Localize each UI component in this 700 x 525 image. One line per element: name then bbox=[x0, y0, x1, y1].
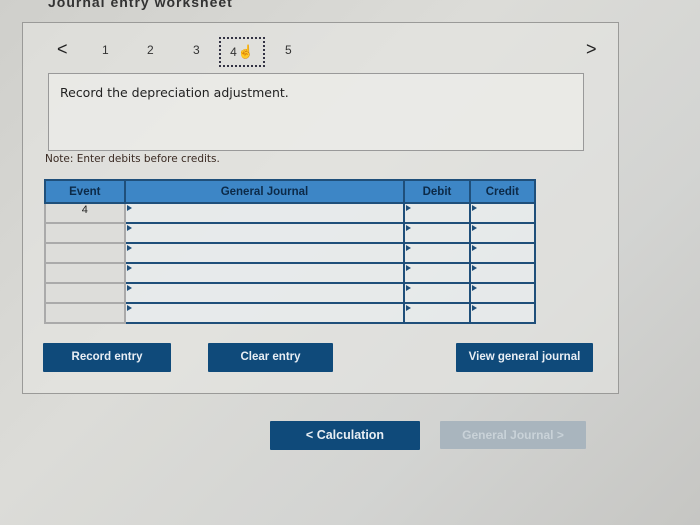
cell-marker-icon bbox=[471, 265, 477, 271]
cell-marker-icon bbox=[471, 305, 477, 311]
cell-marker-icon bbox=[126, 265, 132, 271]
account-input[interactable] bbox=[123, 222, 406, 244]
cell-marker-icon bbox=[126, 305, 132, 311]
page-2-tab[interactable]: 2 bbox=[147, 43, 154, 57]
debit-input[interactable] bbox=[403, 222, 471, 244]
cell-marker-icon bbox=[406, 305, 412, 311]
account-input[interactable] bbox=[123, 242, 406, 264]
view-general-journal-button[interactable]: View general journal bbox=[456, 343, 593, 372]
cell-marker-icon bbox=[406, 265, 412, 271]
credit-input[interactable] bbox=[468, 202, 537, 224]
debit-input[interactable] bbox=[403, 202, 471, 224]
debit-input[interactable] bbox=[403, 262, 471, 284]
event-cell: 4 bbox=[44, 202, 126, 224]
worksheet-panel: < 1 2 3 4☝ 5 > Record the depreciation a… bbox=[22, 22, 619, 394]
event-cell bbox=[44, 282, 126, 304]
table-row bbox=[44, 302, 537, 324]
credit-input[interactable] bbox=[468, 222, 537, 244]
page-1-tab[interactable]: 1 bbox=[102, 43, 109, 57]
credit-input[interactable] bbox=[468, 242, 537, 264]
cell-marker-icon bbox=[471, 245, 477, 251]
instruction-text: Record the depreciation adjustment. bbox=[60, 85, 289, 100]
cell-marker-icon bbox=[471, 205, 477, 211]
header-event: Event bbox=[44, 179, 126, 204]
table-header-row: Event General Journal Debit Credit bbox=[44, 179, 537, 204]
account-input[interactable] bbox=[123, 262, 406, 284]
table-row bbox=[44, 282, 537, 304]
instruction-box: Record the depreciation adjustment. bbox=[48, 73, 584, 151]
cell-marker-icon bbox=[126, 285, 132, 291]
page-5-tab[interactable]: 5 bbox=[285, 43, 292, 57]
credit-input[interactable] bbox=[468, 282, 537, 304]
header-credit: Credit bbox=[468, 179, 537, 204]
event-cell bbox=[44, 242, 126, 264]
page-3-tab[interactable]: 3 bbox=[193, 43, 200, 57]
credit-input[interactable] bbox=[468, 262, 537, 284]
account-input[interactable] bbox=[123, 282, 406, 304]
cell-marker-icon bbox=[126, 225, 132, 231]
header-general-journal: General Journal bbox=[123, 179, 406, 204]
account-input[interactable] bbox=[123, 302, 406, 324]
event-cell bbox=[44, 302, 126, 324]
debit-input[interactable] bbox=[403, 242, 471, 264]
page-4-label: 4 bbox=[230, 45, 237, 59]
journal-table: Event General Journal Debit Credit 4 bbox=[44, 179, 537, 324]
debit-input[interactable] bbox=[403, 282, 471, 304]
record-entry-button[interactable]: Record entry bbox=[43, 343, 171, 372]
table-row: 4 bbox=[44, 202, 537, 224]
chevron-right-icon[interactable]: > bbox=[586, 39, 597, 60]
chevron-left-icon[interactable]: < bbox=[57, 39, 68, 60]
cell-marker-icon bbox=[406, 205, 412, 211]
cell-marker-icon bbox=[471, 285, 477, 291]
cell-marker-icon bbox=[126, 245, 132, 251]
event-cell bbox=[44, 262, 126, 284]
cell-marker-icon bbox=[406, 225, 412, 231]
general-journal-nav-button[interactable]: General Journal > bbox=[440, 421, 586, 449]
page-navigator: < 1 2 3 4☝ 5 > bbox=[23, 33, 618, 73]
table-row bbox=[44, 262, 537, 284]
debit-input[interactable] bbox=[403, 302, 471, 324]
page-4-tab[interactable]: 4☝ bbox=[219, 37, 265, 67]
account-input[interactable] bbox=[123, 202, 406, 224]
table-row bbox=[44, 222, 537, 244]
cell-marker-icon bbox=[406, 245, 412, 251]
header-debit: Debit bbox=[403, 179, 471, 204]
hand-cursor-icon: ☝ bbox=[237, 44, 254, 59]
clear-entry-button[interactable]: Clear entry bbox=[208, 343, 333, 372]
cell-marker-icon bbox=[471, 225, 477, 231]
cell-marker-icon bbox=[406, 285, 412, 291]
calculation-nav-button[interactable]: < Calculation bbox=[270, 421, 420, 450]
credit-input[interactable] bbox=[468, 302, 537, 324]
note-text: Note: Enter debits before credits. bbox=[45, 153, 220, 165]
table-row bbox=[44, 242, 537, 264]
cell-marker-icon bbox=[126, 205, 132, 211]
event-cell bbox=[44, 222, 126, 244]
worksheet-title: Journal entry worksheet bbox=[48, 0, 233, 10]
